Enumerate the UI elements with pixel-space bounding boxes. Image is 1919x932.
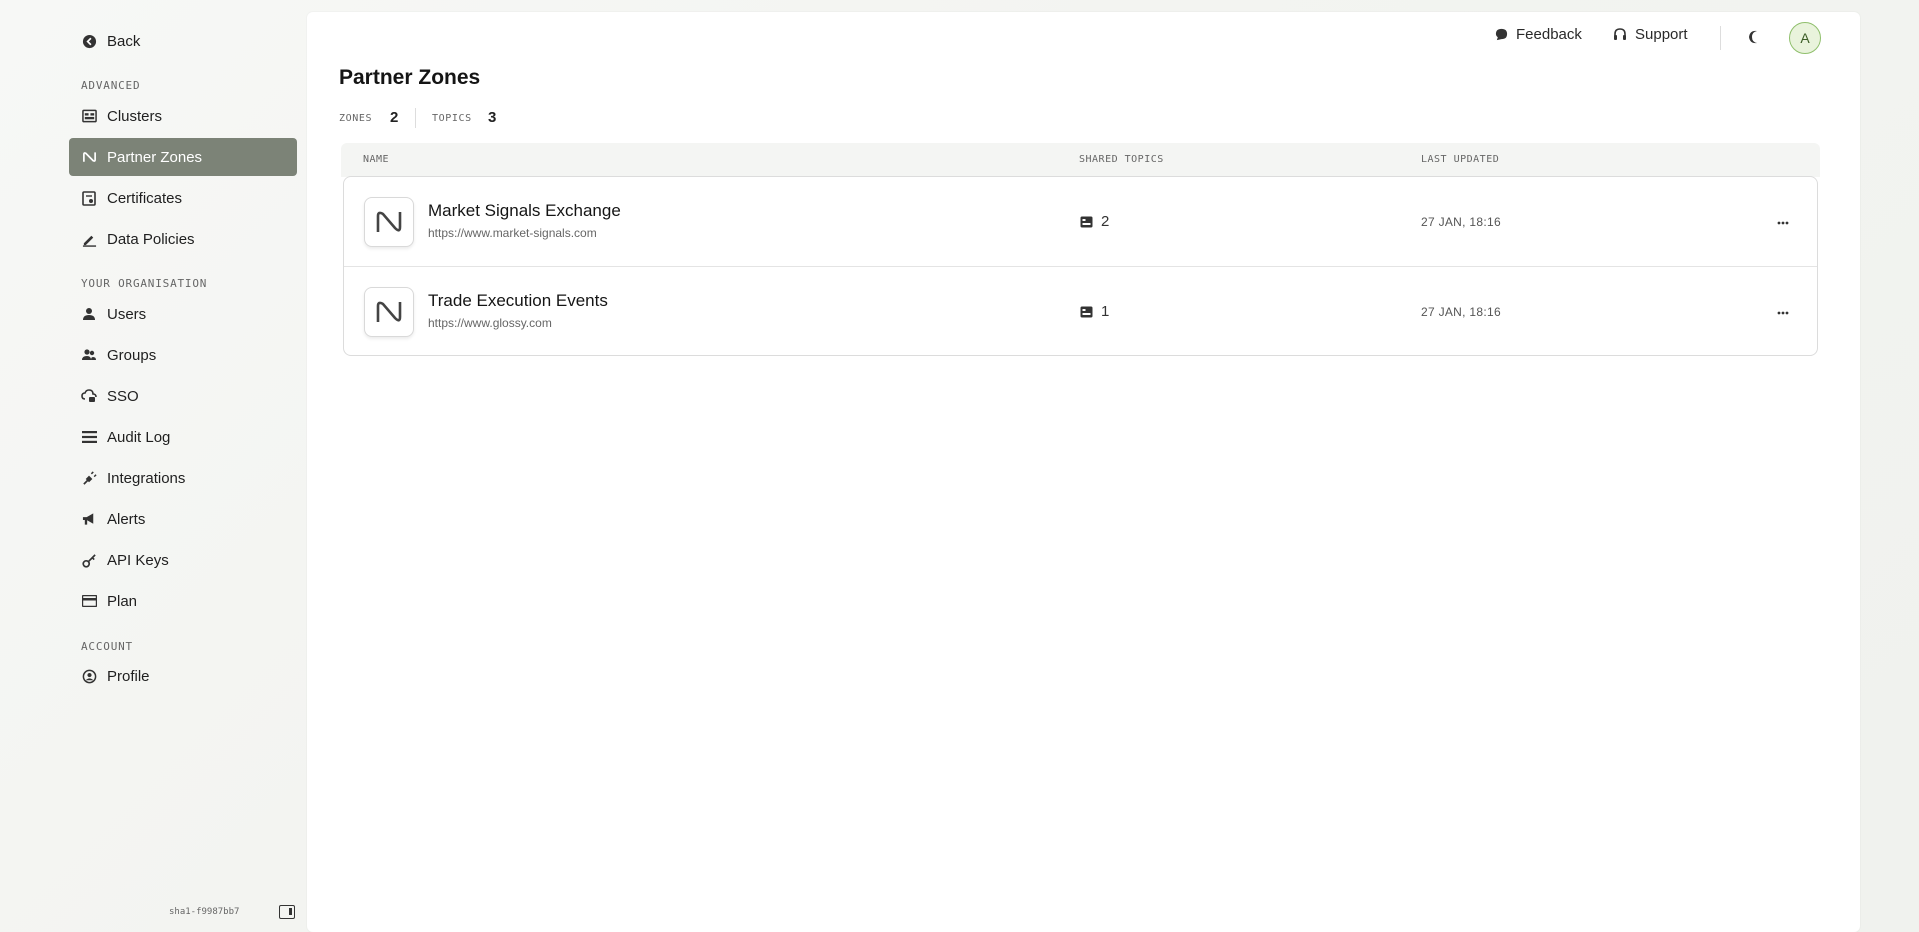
sidebar-item-plan[interactable]: Plan bbox=[69, 582, 297, 620]
sidebar-item-label: Data Policies bbox=[107, 230, 195, 248]
sidebar-item-label: Alerts bbox=[107, 510, 146, 528]
sidebar-item-label: SSO bbox=[107, 387, 139, 405]
sidebar-item-label: Users bbox=[107, 305, 147, 323]
sidebar-item-api-keys[interactable]: API Keys bbox=[69, 541, 297, 579]
sidebar-item-integrations[interactable]: Integrations bbox=[69, 459, 297, 497]
column-header-name: NAME bbox=[363, 154, 390, 165]
column-header-shared-topics: SHARED TOPICS bbox=[1079, 154, 1164, 165]
profile-icon bbox=[81, 668, 97, 684]
key-icon bbox=[81, 552, 97, 568]
sidebar-item-clusters[interactable]: Clusters bbox=[69, 97, 297, 135]
credit-card-icon bbox=[81, 593, 97, 609]
sidebar-toggle-icon[interactable] bbox=[279, 905, 295, 919]
sidebar-item-label: Partner Zones bbox=[107, 148, 203, 166]
page-title: Partner Zones bbox=[339, 66, 481, 89]
sidebar-item-certificates[interactable]: Certificates bbox=[69, 179, 297, 217]
moon-icon bbox=[1748, 30, 1762, 44]
support-button[interactable]: Support bbox=[1613, 26, 1688, 43]
more-options-button[interactable] bbox=[1771, 210, 1795, 232]
sidebar-item-groups[interactable]: Groups bbox=[69, 336, 297, 374]
list-icon bbox=[81, 429, 97, 445]
partner-zone-logo-icon bbox=[364, 197, 414, 247]
sso-cloud-lock-icon bbox=[81, 388, 97, 404]
sidebar: Back ADVANCED Clusters Partner Zones Cer… bbox=[0, 0, 306, 932]
shared-topics-value: 1 bbox=[1101, 303, 1110, 320]
sidebar-item-label: API Keys bbox=[107, 551, 169, 569]
topics-icon bbox=[1080, 216, 1093, 228]
last-updated: 27 JAN, 18:16 bbox=[1421, 305, 1501, 319]
partner-zones-table: Market Signals Exchange https://www.mark… bbox=[343, 176, 1818, 356]
back-button[interactable]: Back bbox=[69, 22, 297, 60]
sidebar-item-label: Profile bbox=[107, 667, 150, 685]
zone-name[interactable]: Market Signals Exchange bbox=[428, 201, 621, 221]
sidebar-item-partner-zones[interactable]: Partner Zones bbox=[69, 138, 297, 176]
certificate-icon bbox=[81, 190, 97, 206]
more-options-button[interactable] bbox=[1771, 300, 1795, 322]
support-label: Support bbox=[1635, 26, 1688, 43]
sidebar-item-label: Groups bbox=[107, 346, 157, 364]
sidebar-item-data-policies[interactable]: Data Policies bbox=[69, 220, 297, 258]
zone-url: https://www.market-signals.com bbox=[428, 226, 597, 240]
sidebar-item-alerts[interactable]: Alerts bbox=[69, 500, 297, 538]
sidebar-item-users[interactable]: Users bbox=[69, 295, 297, 333]
section-label-account: ACCOUNT bbox=[81, 640, 133, 653]
chat-bubble-icon bbox=[1495, 28, 1508, 41]
topics-stat-label: TOPICS bbox=[432, 113, 472, 124]
ellipsis-icon bbox=[1777, 302, 1789, 320]
theme-toggle-button[interactable] bbox=[1748, 30, 1770, 44]
sidebar-item-label: Audit Log bbox=[107, 428, 171, 446]
stats-divider bbox=[415, 108, 416, 128]
sidebar-item-audit-log[interactable]: Audit Log bbox=[69, 418, 297, 456]
topics-stat-value: 3 bbox=[488, 109, 497, 126]
back-label: Back bbox=[107, 32, 141, 50]
pen-icon bbox=[81, 231, 97, 247]
section-label-organisation: YOUR ORGANISATION bbox=[81, 277, 208, 290]
plug-icon bbox=[81, 470, 97, 486]
user-icon bbox=[81, 306, 97, 322]
clusters-icon bbox=[81, 108, 97, 124]
megaphone-icon bbox=[81, 511, 97, 527]
section-label-advanced: ADVANCED bbox=[81, 79, 141, 92]
partner-zone-logo-icon bbox=[364, 287, 414, 337]
sidebar-item-profile[interactable]: Profile bbox=[69, 657, 297, 695]
headphones-icon bbox=[1613, 28, 1627, 41]
feedback-label: Feedback bbox=[1516, 26, 1582, 43]
topbar-divider bbox=[1720, 26, 1721, 50]
table-row[interactable]: Market Signals Exchange https://www.mark… bbox=[344, 177, 1817, 266]
sidebar-item-label: Plan bbox=[107, 592, 138, 610]
feedback-button[interactable]: Feedback bbox=[1495, 26, 1582, 43]
zones-stat-value: 2 bbox=[390, 109, 399, 126]
sidebar-item-label: Clusters bbox=[107, 107, 163, 125]
topics-icon bbox=[1080, 306, 1093, 318]
shared-topics-count: 1 bbox=[1080, 303, 1109, 320]
shared-topics-value: 2 bbox=[1101, 213, 1110, 230]
column-header-last-updated: LAST UPDATED bbox=[1421, 154, 1500, 165]
zones-stat-label: ZONES bbox=[339, 113, 373, 124]
last-updated: 27 JAN, 18:16 bbox=[1421, 215, 1501, 229]
zone-name[interactable]: Trade Execution Events bbox=[428, 291, 608, 311]
zone-url: https://www.glossy.com bbox=[428, 316, 552, 330]
ellipsis-icon bbox=[1777, 212, 1789, 230]
table-row[interactable]: Trade Execution Events https://www.gloss… bbox=[344, 266, 1817, 355]
groups-icon bbox=[81, 347, 97, 363]
back-arrow-icon bbox=[81, 33, 97, 49]
shared-topics-count: 2 bbox=[1080, 213, 1109, 230]
build-hash: sha1-f9987bb7 bbox=[169, 907, 240, 917]
sidebar-item-label: Integrations bbox=[107, 469, 186, 487]
sidebar-item-label: Certificates bbox=[107, 189, 183, 207]
sidebar-item-sso[interactable]: SSO bbox=[69, 377, 297, 415]
partner-zones-icon bbox=[81, 149, 97, 165]
avatar[interactable]: A bbox=[1789, 22, 1821, 54]
